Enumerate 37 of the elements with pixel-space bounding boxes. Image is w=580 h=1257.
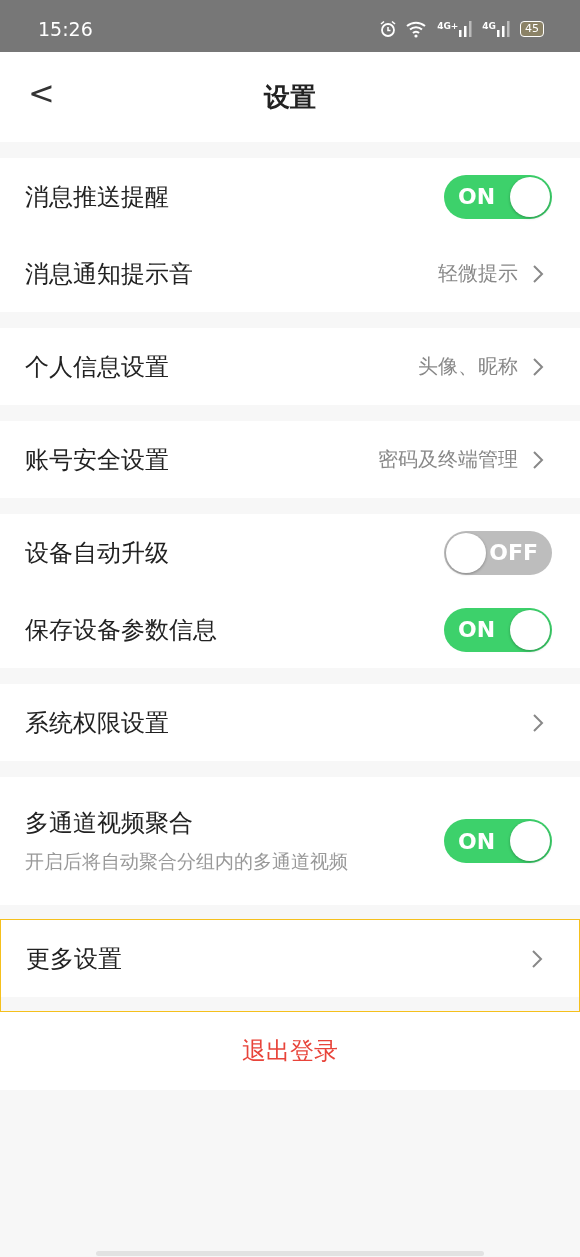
network-label: 4G+ xyxy=(437,21,459,31)
setting-title: 消息通知提示音 xyxy=(25,258,193,290)
battery-indicator: 45 xyxy=(520,21,544,37)
settings-row[interactable]: 消息通知提示音 轻微提示 xyxy=(0,235,580,312)
setting-value: 头像、昵称 xyxy=(418,353,518,380)
settings-row[interactable]: 个人信息设置 头像、昵称 xyxy=(0,328,580,405)
signal-icon xyxy=(497,21,511,37)
alarm-icon xyxy=(379,20,398,38)
setting-title: 设备自动升级 xyxy=(25,537,169,569)
setting-title: 多通道视频聚合 xyxy=(25,808,194,839)
chevron-right-icon xyxy=(532,263,544,284)
setting-description: 开启后将自动聚合分组内的多通道视频 xyxy=(25,849,348,874)
setting-title: 个人信息设置 xyxy=(25,351,169,383)
settings-row[interactable]: 设备自动升级 OFF xyxy=(0,514,580,591)
status-time: 15:26 xyxy=(38,18,93,40)
chevron-right-icon xyxy=(532,356,544,377)
page-title: 设置 xyxy=(264,80,316,114)
setting-title: 账号安全设置 xyxy=(25,444,169,476)
chevron-right-icon xyxy=(531,948,543,969)
settings-row[interactable]: 多通道视频聚合 开启后将自动聚合分组内的多通道视频 ON xyxy=(0,777,580,905)
settings-row[interactable]: 保存设备参数信息 ON xyxy=(0,591,580,668)
network-label: 4G xyxy=(482,21,496,31)
settings-row[interactable]: 更多设置 xyxy=(1,920,579,997)
settings-row[interactable]: 系统权限设置 xyxy=(0,684,580,761)
setting-value: 密码及终端管理 xyxy=(378,446,518,473)
setting-title: 保存设备参数信息 xyxy=(25,614,217,646)
setting-title: 更多设置 xyxy=(26,943,122,975)
chevron-right-icon xyxy=(532,712,544,733)
settings-row[interactable]: 消息推送提醒 ON xyxy=(0,158,580,235)
back-button[interactable]: < xyxy=(24,74,59,112)
signal-icon xyxy=(459,21,474,37)
settings-row[interactable]: 账号安全设置 密码及终端管理 xyxy=(0,421,580,498)
setting-title: 系统权限设置 xyxy=(25,707,169,739)
logout-button[interactable]: 退出登录 xyxy=(0,1012,580,1090)
setting-title: 消息推送提醒 xyxy=(25,181,169,213)
setting-value: 轻微提示 xyxy=(438,260,518,287)
chevron-right-icon xyxy=(532,449,544,470)
